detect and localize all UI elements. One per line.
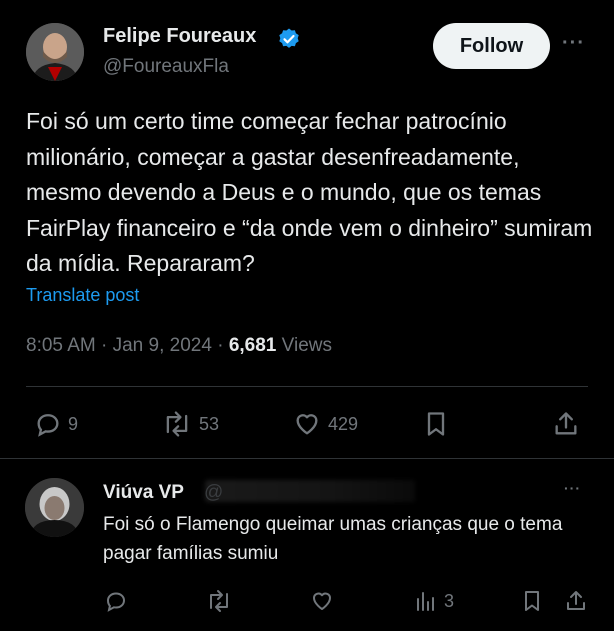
reply-share-button[interactable] — [564, 589, 588, 613]
meta-separator: · — [217, 335, 224, 356]
author-avatar[interactable] — [26, 23, 84, 81]
like-button[interactable]: 429 — [292, 410, 358, 438]
share-icon — [567, 591, 585, 610]
follow-button[interactable]: Follow — [433, 23, 550, 69]
reply-bookmark-button[interactable] — [520, 589, 544, 613]
reply-views-count: 3 — [444, 590, 455, 611]
reply-handle-redacted — [205, 480, 415, 502]
like-icon — [313, 592, 331, 610]
repost-icon — [210, 590, 228, 612]
reply-button[interactable]: 9 — [34, 410, 78, 438]
reply-reply-button[interactable] — [104, 589, 128, 613]
reply-count: 9 — [68, 413, 79, 434]
more-icon[interactable]: ··· — [564, 480, 581, 496]
reply-text: Foi só o Flamengo queimar umas crianças … — [103, 514, 563, 564]
reply-views-button[interactable]: 3 — [414, 589, 454, 613]
repost-button[interactable]: 53 — [161, 410, 219, 438]
tweet-meta: 8:05 AM · Jan 9, 2024 · 6,681 Views — [26, 335, 332, 357]
like-icon — [296, 414, 318, 435]
views-count: 6,681 — [228, 335, 277, 356]
reply-icon — [106, 592, 126, 612]
bookmark-icon — [427, 412, 445, 436]
author-handle[interactable]: @FoureauxFla — [103, 56, 229, 78]
divider — [26, 386, 588, 387]
more-icon[interactable]: ··· — [562, 32, 585, 55]
translate-link[interactable]: Translate post — [26, 285, 139, 306]
divider — [0, 458, 614, 459]
views-label: Views — [281, 335, 332, 356]
bookmark-icon — [525, 591, 539, 611]
bookmark-button[interactable] — [422, 410, 450, 438]
repost-count: 53 — [199, 413, 220, 434]
verified-badge-icon — [279, 28, 299, 48]
reply-author-avatar[interactable] — [25, 478, 84, 537]
reply-repost-button[interactable] — [205, 589, 233, 613]
reply-handle-at: @ — [204, 482, 224, 503]
author-name[interactable]: Felipe Foureaux — [103, 25, 256, 48]
tweet-text: Foi só um certo time começar fechar patr… — [26, 108, 593, 276]
repost-icon — [166, 411, 188, 437]
reply-like-button[interactable] — [309, 589, 335, 613]
tweet-time[interactable]: 8:05 AM — [26, 335, 96, 356]
tweet-date[interactable]: Jan 9, 2024 — [113, 335, 212, 356]
share-button[interactable] — [552, 410, 580, 438]
reply-icon — [37, 414, 59, 437]
views-icon — [417, 592, 434, 611]
like-count: 429 — [328, 413, 359, 434]
share-icon — [555, 412, 577, 435]
meta-separator: · — [101, 335, 108, 356]
reply-author-name[interactable]: Viúva VP — [103, 482, 184, 504]
